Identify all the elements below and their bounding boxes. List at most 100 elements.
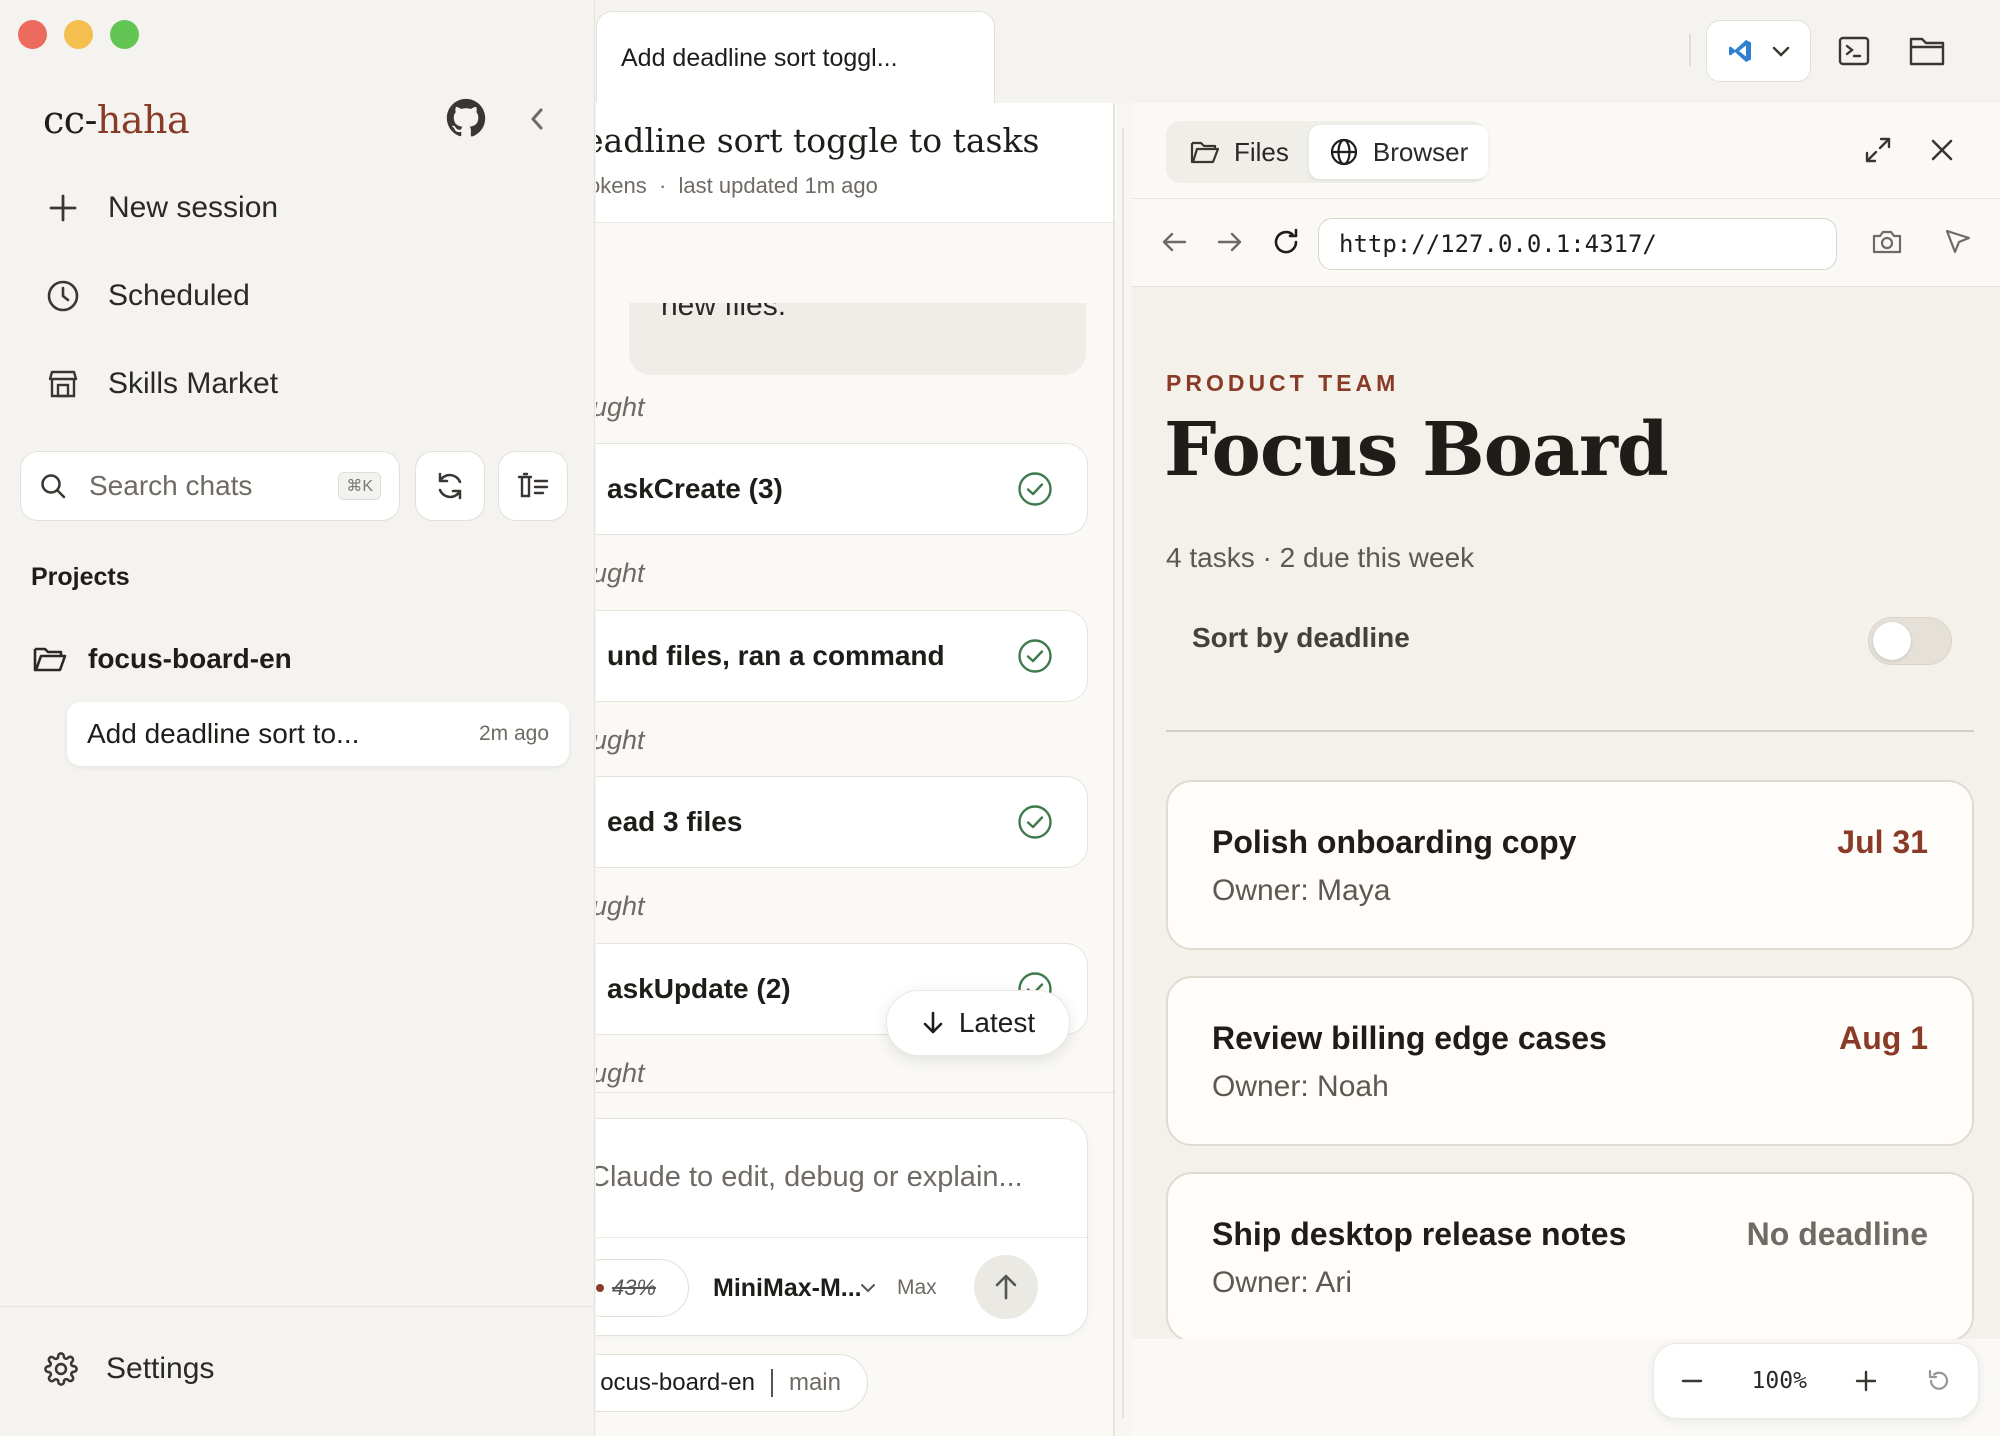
arrow-up-icon	[993, 1273, 1019, 1301]
search-chats-input[interactable]: Search chats ⌘K	[20, 451, 400, 521]
task-owner: Owner: Maya	[1212, 874, 1391, 907]
expand-icon[interactable]	[1862, 134, 1894, 166]
refresh-icon	[434, 470, 466, 502]
store-icon	[44, 365, 82, 403]
task-owner: Owner: Ari	[1212, 1266, 1353, 1299]
chevron-down-icon	[1771, 44, 1791, 58]
url-input[interactable]: http://127.0.0.1:4317/	[1318, 218, 1837, 270]
back-icon[interactable]	[1158, 226, 1190, 258]
projects-heading: Projects	[31, 563, 130, 591]
search-placeholder: Search chats	[89, 470, 253, 501]
close-window-button[interactable]	[18, 20, 47, 49]
tab-title: Add deadline sort toggl...	[621, 44, 898, 72]
tool-call-label: askUpdate (2)	[607, 973, 791, 1004]
plus-icon	[44, 189, 82, 227]
tool-call-row[interactable]: und files, ran a command	[596, 610, 1088, 702]
tool-call-label: ead 3 files	[607, 806, 743, 837]
task-card[interactable]: Ship desktop release notes Owner: Ari No…	[1166, 1172, 1974, 1339]
chat-meta-separator: ·	[658, 173, 667, 198]
project-branch-pill[interactable]: ocus-board-en main	[596, 1354, 868, 1412]
composer-input[interactable]: Claude to edit, debug or explain...	[596, 1161, 1023, 1194]
url-text: http://127.0.0.1:4317/	[1339, 230, 1657, 258]
context-usage-indicator[interactable]: 43%	[596, 1259, 689, 1317]
forward-icon[interactable]	[1214, 226, 1246, 258]
send-button[interactable]	[974, 1255, 1038, 1319]
folder-open-icon	[32, 643, 68, 675]
tab-session[interactable]: Add deadline sort toggl...	[596, 11, 995, 105]
tab-files[interactable]: Files	[1170, 125, 1309, 179]
scheduled-button[interactable]: Scheduled	[44, 277, 250, 315]
jump-to-latest-button[interactable]: Latest	[886, 990, 1070, 1056]
chevron-down-icon[interactable]	[859, 1282, 877, 1294]
check-circle-icon	[1017, 804, 1053, 840]
app-brand: cc-haha	[43, 98, 190, 142]
model-selector[interactable]: MiniMax-M...	[713, 1274, 862, 1303]
toolbar-divider	[1689, 34, 1691, 66]
check-circle-icon	[1017, 638, 1053, 674]
board-title: Focus Board	[1164, 407, 1669, 493]
globe-icon	[1329, 137, 1359, 167]
close-icon[interactable]	[1926, 134, 1958, 166]
panel-header-divider	[1132, 198, 2000, 199]
thought-label: ught	[596, 891, 645, 921]
settings-button[interactable]: Settings	[44, 1352, 214, 1386]
github-icon[interactable]	[446, 98, 486, 138]
board-divider	[1166, 730, 1974, 732]
sort-by-deadline-toggle[interactable]	[1868, 617, 1952, 665]
task-title: Review billing edge cases	[1212, 1020, 1607, 1056]
panel-resize-handle[interactable]	[1122, 128, 1124, 1418]
task-due: Aug 1	[1839, 1020, 1928, 1056]
refresh-button[interactable]	[415, 451, 485, 521]
tool-call-row[interactable]: askCreate (3)	[596, 443, 1088, 535]
tool-call-row[interactable]: ead 3 files	[596, 776, 1088, 868]
session-time: 2m ago	[478, 722, 549, 745]
zoom-out-icon[interactable]	[1680, 1369, 1704, 1393]
tab-browser[interactable]: Browser	[1308, 125, 1489, 179]
window-controls	[18, 20, 139, 49]
sidebar: cc-haha New session Scheduled Skills Mar…	[0, 0, 595, 1436]
task-card[interactable]: Polish onboarding copy Owner: Maya Jul 3…	[1166, 780, 1974, 950]
open-in-editor-button[interactable]	[1706, 20, 1811, 82]
skills-market-button[interactable]: Skills Market	[44, 365, 278, 403]
zoom-in-icon[interactable]	[1854, 1369, 1878, 1393]
session-item[interactable]: Add deadline sort to... 2m ago	[67, 702, 569, 766]
folder-icon[interactable]	[1908, 34, 1946, 68]
board-summary: 4 tasks · 2 due this week	[1166, 542, 1475, 573]
cursor-select-icon[interactable]	[1942, 226, 1974, 258]
brand-prefix: cc-	[43, 98, 97, 142]
browser-viewport: PRODUCT TEAM Focus Board 4 tasks · 2 due…	[1132, 287, 2000, 1339]
chat-panel: new files. eadline sort toggle to tasks …	[596, 103, 1116, 1436]
thought-label: ught	[596, 558, 645, 588]
chat-tokens: okens	[596, 173, 647, 198]
context-percent: 43%	[612, 1275, 657, 1300]
camera-icon[interactable]	[1870, 226, 1902, 258]
thought-label: ught	[596, 392, 645, 422]
latest-label: Latest	[958, 1007, 1036, 1038]
panel-divider	[1113, 103, 1115, 1436]
new-session-label: New session	[108, 191, 279, 224]
thought-label: ught	[596, 1058, 645, 1088]
composer: Claude to edit, debug or explain... 43% …	[596, 1118, 1088, 1336]
user-message-text: new files.	[661, 303, 787, 322]
reset-zoom-icon[interactable]	[1926, 1368, 1952, 1394]
preview-panel: Files Browser http://127.0.0.1:4317/ PRO…	[1132, 103, 2000, 1436]
minimize-window-button[interactable]	[64, 20, 93, 49]
project-name: focus-board-en	[88, 643, 292, 674]
check-circle-icon	[1017, 471, 1053, 507]
pill-divider	[770, 1369, 773, 1397]
branch-name: main	[788, 1369, 841, 1396]
settings-label: Settings	[106, 1352, 215, 1385]
task-due: No deadline	[1746, 1216, 1928, 1252]
terminal-icon[interactable]	[1837, 34, 1871, 68]
task-title: Polish onboarding copy	[1212, 824, 1577, 860]
maximize-window-button[interactable]	[110, 20, 139, 49]
task-card[interactable]: Review billing edge cases Owner: Noah Au…	[1166, 976, 1974, 1146]
batch-delete-button[interactable]	[498, 451, 568, 521]
collapse-sidebar-icon[interactable]	[524, 104, 550, 134]
project-item[interactable]: focus-board-en	[32, 643, 292, 675]
thought-label: ught	[596, 725, 645, 755]
new-session-button[interactable]: New session	[44, 189, 278, 227]
tab-browser-label: Browser	[1372, 136, 1469, 167]
effort-selector[interactable]: Max	[897, 1276, 937, 1300]
reload-icon[interactable]	[1270, 226, 1302, 258]
